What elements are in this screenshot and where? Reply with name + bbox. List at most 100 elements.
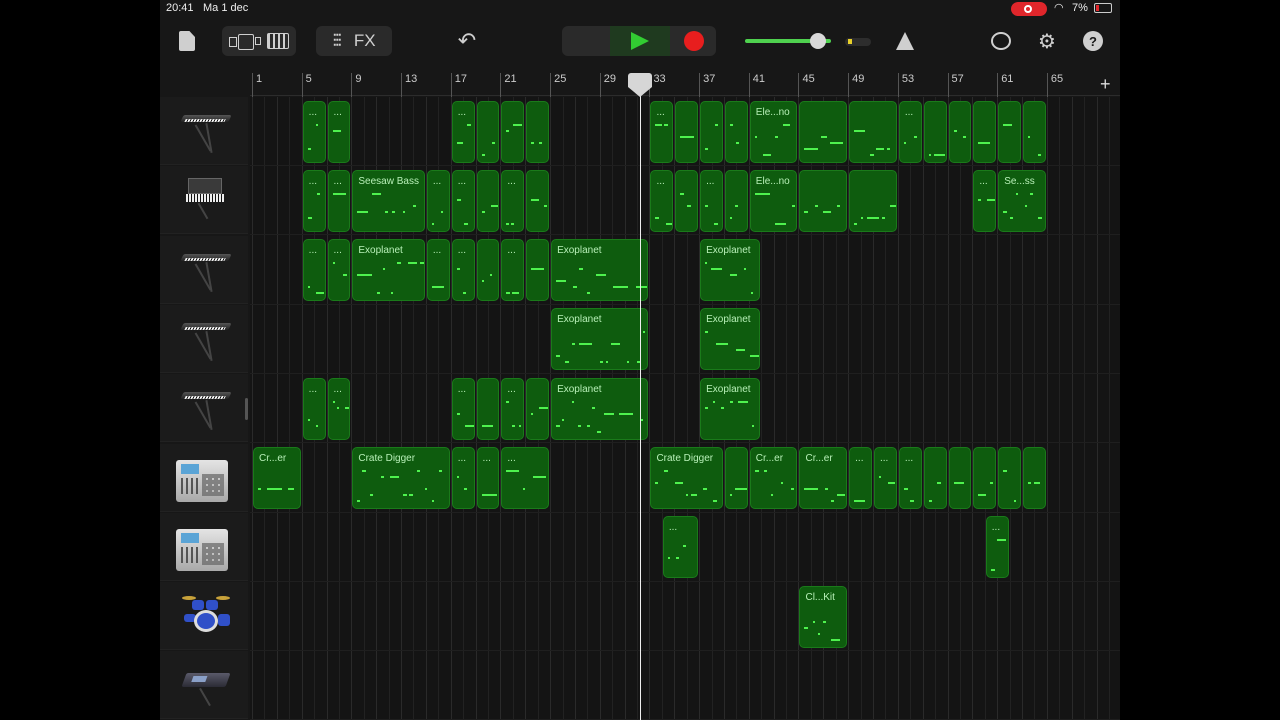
midi-region[interactable]: ... [327,169,351,232]
midi-region[interactable]: ... [302,169,326,232]
track-header[interactable] [160,651,248,720]
midi-region[interactable]: ... [501,447,550,509]
midi-region[interactable]: Seesaw Bass [352,169,425,232]
midi-region[interactable]: ... [451,100,475,163]
midi-region[interactable]: ... [327,239,351,302]
screen-recording-icon[interactable] [1011,2,1047,16]
midi-region[interactable]: ... [426,239,450,302]
midi-region[interactable]: ... [302,377,326,440]
midi-region[interactable]: ... [327,100,351,163]
midi-region[interactable]: Crate Digger [352,447,450,509]
track-header[interactable] [160,512,248,581]
metronome-icon[interactable] [893,26,917,56]
midi-region[interactable]: ... [501,377,525,440]
midi-region[interactable] [1023,100,1046,163]
midi-region[interactable] [700,100,723,163]
midi-region[interactable]: Se...ss [998,169,1046,232]
record-icon[interactable] [684,31,704,51]
midi-region[interactable]: Exoplanet [700,308,761,371]
mixer-icon[interactable]: ⫶⫶⫶ [332,31,341,52]
track-lane[interactable] [250,582,1120,652]
midi-region[interactable]: ... [426,169,450,232]
header-resize-handle[interactable] [245,398,248,420]
midi-region[interactable] [923,100,947,163]
midi-region[interactable] [973,100,997,163]
midi-region[interactable]: ... [898,100,922,163]
midi-region[interactable]: ... [451,377,475,440]
track-header[interactable] [160,166,248,235]
midi-region[interactable]: ... [662,516,699,579]
fx-button[interactable]: FX [354,31,376,51]
midi-region[interactable]: ... [302,239,326,302]
midi-region[interactable]: ... [650,169,674,232]
midi-region[interactable] [526,169,550,232]
midi-region[interactable] [526,100,550,163]
track-lane[interactable] [250,651,1120,720]
midi-region[interactable] [948,100,972,163]
midi-region[interactable]: ... [700,169,723,232]
midi-region[interactable]: ... [451,169,475,232]
playhead-handle[interactable] [627,73,652,97]
midi-region[interactable]: ... [302,100,326,163]
midi-region[interactable]: Cr...er [799,447,848,509]
keyboard-view-icon[interactable] [267,33,289,49]
track-lane[interactable] [250,374,1120,444]
midi-region[interactable]: Exoplanet [551,239,649,302]
midi-region[interactable] [724,100,748,163]
track-header[interactable] [160,443,248,512]
midi-region[interactable]: ... [501,169,525,232]
track-header[interactable] [160,304,248,373]
midi-region[interactable]: ... [501,239,525,302]
midi-region[interactable] [526,239,550,302]
track-header[interactable] [160,374,248,443]
midi-region[interactable] [476,239,500,302]
midi-region[interactable]: Exoplanet [551,377,649,440]
master-volume-slider[interactable] [745,26,871,56]
midi-region[interactable]: ... [874,447,897,509]
midi-region[interactable]: ... [451,239,475,302]
midi-region[interactable]: Exoplanet [352,239,425,302]
midi-region[interactable] [849,169,897,232]
midi-region[interactable] [998,447,1022,509]
track-lane[interactable] [250,305,1120,374]
midi-region[interactable] [948,447,972,509]
midi-region[interactable]: Exoplanet [551,308,649,371]
midi-region[interactable]: Cr...er [749,447,798,509]
volume-knob[interactable] [810,33,827,49]
loop-icon[interactable] [989,26,1013,56]
midi-region[interactable] [724,169,748,232]
midi-region[interactable]: Exoplanet [700,377,761,440]
timeline-ruler[interactable]: 1 5 9 13 17 21 25 29 33 37 41 45 49 53 57 61 65 [250,72,1120,97]
track-header[interactable] [160,582,248,651]
track-header[interactable] [160,97,248,165]
midi-region[interactable] [998,100,1022,163]
midi-region[interactable] [476,100,500,163]
midi-region[interactable]: Ele...no [749,169,798,232]
midi-region[interactable]: ... [327,377,351,440]
midi-region[interactable]: Exoplanet [700,239,761,302]
midi-region[interactable] [675,100,699,163]
midi-region[interactable]: ... [973,169,997,232]
midi-region[interactable]: ... [476,447,500,509]
midi-region[interactable] [1023,447,1046,509]
midi-region[interactable] [675,169,699,232]
play-button[interactable] [610,26,670,56]
midi-region[interactable]: Cl...Kit [799,585,848,648]
midi-region[interactable] [476,377,500,440]
add-track-icon[interactable]: + [1100,74,1111,95]
midi-region[interactable]: Ele...no [749,100,798,163]
midi-region[interactable]: Crate Digger [650,447,723,509]
midi-region[interactable] [476,169,500,232]
midi-region[interactable] [799,100,848,163]
midi-region[interactable]: ... [849,447,872,509]
track-header[interactable] [160,235,248,304]
midi-region[interactable] [849,100,897,163]
midi-region[interactable] [526,377,550,440]
my-songs-button[interactable] [176,26,198,56]
midi-region[interactable] [501,100,525,163]
midi-region[interactable] [973,447,997,509]
undo-icon[interactable]: ↶ [453,26,481,56]
midi-region[interactable]: ... [451,447,475,509]
midi-region[interactable]: Cr...er [253,447,301,509]
midi-region[interactable] [799,169,848,232]
